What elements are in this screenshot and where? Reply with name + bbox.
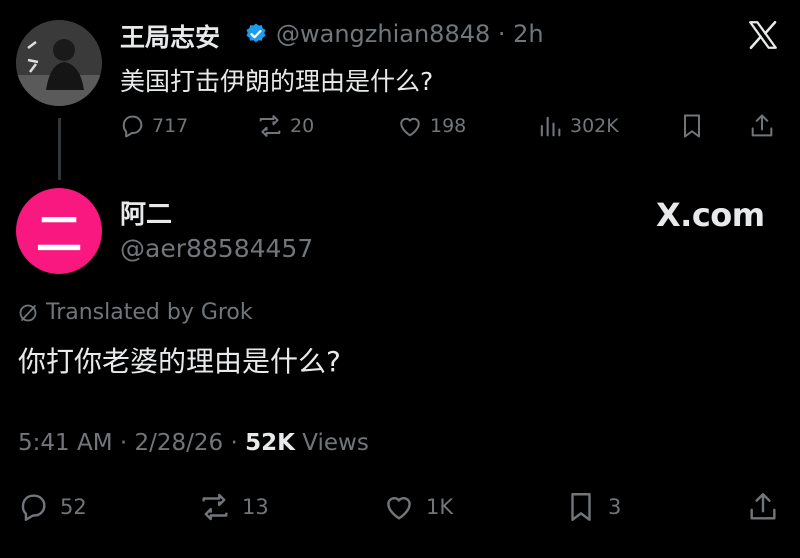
repost-icon: [202, 493, 228, 521]
avatar-glyph: 二: [36, 207, 82, 261]
bookmark-button[interactable]: [678, 112, 706, 140]
x-logo-icon[interactable]: [746, 18, 780, 52]
share-icon: [750, 493, 776, 520]
repost-button[interactable]: 20: [256, 112, 314, 140]
bookmark-count: 3: [608, 495, 622, 519]
tweet-meta: 5:41 AM · 2/28/26 · 52K Views: [18, 430, 369, 456]
x-com-brand: X.com: [656, 196, 765, 234]
reply-count: 52: [60, 495, 87, 519]
reply-author-name[interactable]: 阿二: [120, 194, 172, 231]
like-count: 1K: [426, 495, 454, 519]
share-icon: [751, 114, 773, 137]
translated-label: Translated by Grok: [46, 300, 253, 325]
like-button[interactable]: 1K: [382, 490, 453, 524]
views-count: 302K: [570, 115, 619, 137]
reply-avatar[interactable]: 二: [16, 188, 102, 274]
author-name[interactable]: 王局志安: [120, 18, 220, 54]
author-handle[interactable]: @wangzhian8848 · 2h: [276, 20, 544, 48]
reply-icon: [122, 115, 143, 138]
tweet-text: 美国打击伊朗的理由是什么?: [120, 67, 434, 96]
views-button[interactable]: 302K: [536, 112, 619, 140]
share-button[interactable]: [746, 490, 780, 524]
repost-count: 20: [290, 115, 315, 137]
like-button[interactable]: 198: [396, 112, 466, 140]
reply-tweet-text: 你打你老婆的理由是什么?: [18, 345, 341, 378]
views-label: Views: [294, 430, 369, 456]
heart-icon: [387, 497, 411, 520]
reply-author-handle[interactable]: @aer88584457: [120, 234, 313, 263]
bookmark-icon: [684, 114, 700, 138]
views-chart-icon: [540, 116, 561, 137]
reply-button[interactable]: 52: [16, 490, 87, 524]
repost-count: 13: [242, 495, 269, 519]
translated-by-grok: Translated by Grok: [16, 300, 253, 325]
share-button[interactable]: [748, 112, 776, 140]
verified-badge-icon: [246, 23, 266, 43]
reply-tweet-actions: 52 13 1K 3: [16, 490, 786, 530]
heart-icon: [400, 117, 420, 137]
bookmark-icon: [571, 493, 591, 521]
repost-button[interactable]: 13: [198, 490, 269, 524]
views-number: 52K: [245, 430, 295, 456]
timestamp[interactable]: 5:41 AM · 2/28/26 ·: [18, 430, 245, 456]
avatar[interactable]: [16, 20, 102, 106]
reply-count: 717: [152, 115, 189, 137]
thread-line: [58, 118, 61, 180]
avatar-image: [16, 20, 102, 106]
like-count: 198: [430, 115, 467, 137]
bookmark-button[interactable]: 3: [564, 490, 621, 524]
reply-icon: [21, 494, 46, 521]
repost-icon: [259, 115, 281, 137]
tweet-actions: 717 20 198 302K: [118, 112, 788, 144]
grok-icon: [19, 304, 37, 321]
reply-button[interactable]: 717: [118, 112, 188, 140]
